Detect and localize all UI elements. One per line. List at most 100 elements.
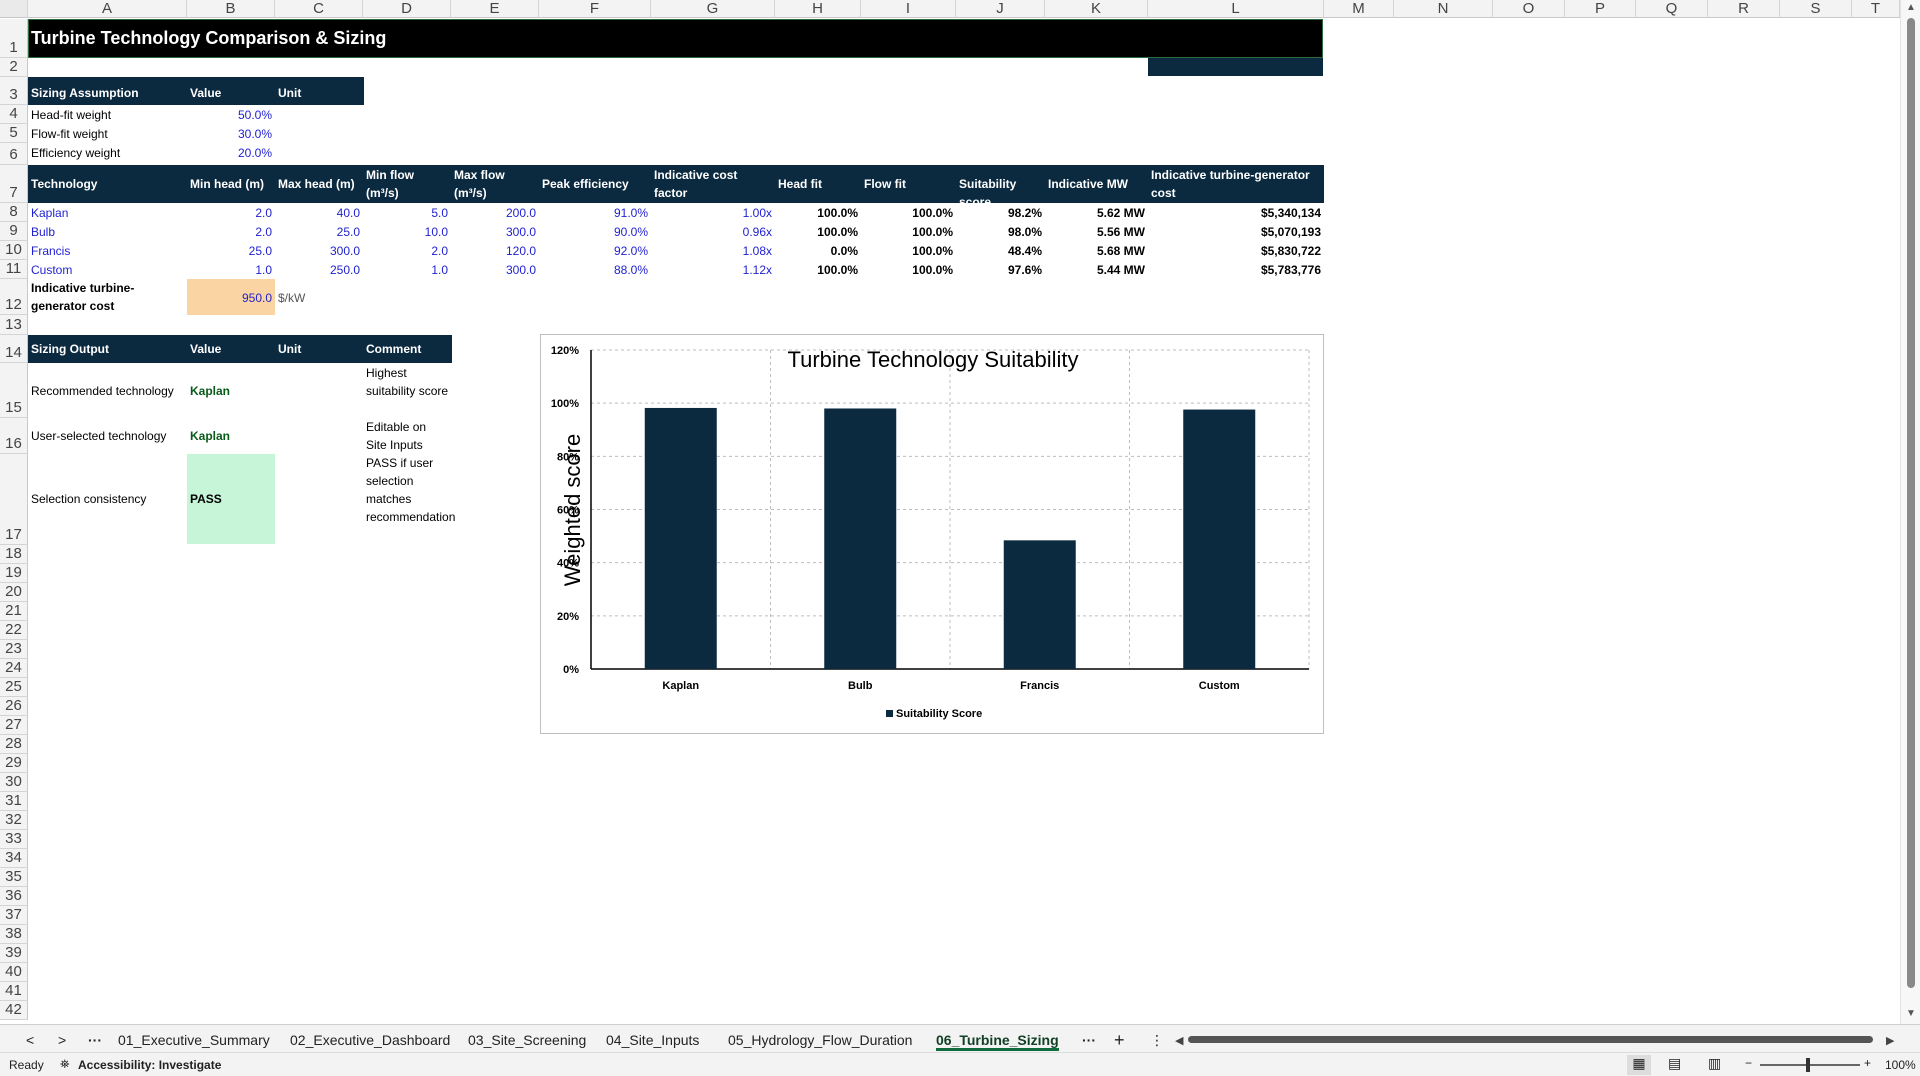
- row-header-42[interactable]: 42: [0, 1001, 28, 1020]
- tech-name-cell[interactable]: Francis: [28, 242, 187, 260]
- tech-value-cell[interactable]: 100.0%: [861, 242, 956, 260]
- column-header-m[interactable]: M: [1324, 0, 1394, 18]
- tech-value-cell[interactable]: 5.56 MW: [1045, 223, 1148, 241]
- column-header-d[interactable]: D: [363, 0, 451, 18]
- tech-value-cell[interactable]: 48.4%: [956, 242, 1045, 260]
- page-break-view-icon[interactable]: ▥: [1708, 1055, 1721, 1072]
- row-header-15[interactable]: 15: [0, 363, 28, 418]
- row-header-39[interactable]: 39: [0, 944, 28, 963]
- column-header-q[interactable]: Q: [1636, 0, 1708, 18]
- page-layout-view-icon[interactable]: ▤: [1668, 1055, 1681, 1072]
- tech-value-cell[interactable]: 5.62 MW: [1045, 204, 1148, 222]
- row-header-34[interactable]: 34: [0, 849, 28, 868]
- cell-l2-fill[interactable]: [1148, 58, 1323, 76]
- tab-more-right-icon[interactable]: ···: [1082, 1029, 1096, 1051]
- column-header-n[interactable]: N: [1394, 0, 1493, 18]
- tech-value-cell[interactable]: 0.0%: [775, 242, 861, 260]
- tech-value-cell[interactable]: 97.6%: [956, 261, 1045, 279]
- row-header-28[interactable]: 28: [0, 735, 28, 754]
- tech-value-cell[interactable]: 300.0: [451, 223, 539, 241]
- row-header-33[interactable]: 33: [0, 830, 28, 849]
- row-header-21[interactable]: 21: [0, 602, 28, 621]
- zoom-slider-thumb[interactable]: [1806, 1058, 1810, 1072]
- row-header-11[interactable]: 11: [0, 260, 28, 279]
- column-header-r[interactable]: R: [1708, 0, 1780, 18]
- output-value-recommended[interactable]: Kaplan: [187, 382, 233, 400]
- output-value-consistency[interactable]: PASS: [187, 490, 225, 508]
- tech-value-cell[interactable]: 100.0%: [775, 204, 861, 222]
- row-header-4[interactable]: 4: [0, 105, 28, 124]
- tech-value-cell[interactable]: 98.0%: [956, 223, 1045, 241]
- row-header-37[interactable]: 37: [0, 906, 28, 925]
- tech-value-cell[interactable]: 100.0%: [775, 261, 861, 279]
- tech-value-cell[interactable]: 25.0: [187, 242, 275, 260]
- tech-value-cell[interactable]: 1.0: [187, 261, 275, 279]
- column-header-h[interactable]: H: [775, 0, 861, 18]
- tech-value-cell[interactable]: 88.0%: [539, 261, 651, 279]
- zoom-in-icon[interactable]: +: [1864, 1056, 1871, 1070]
- tab-scroll-left-icon[interactable]: <: [26, 1029, 34, 1051]
- row-header-23[interactable]: 23: [0, 640, 28, 659]
- cost-input-value[interactable]: 950.0: [187, 289, 275, 307]
- tech-value-cell[interactable]: $5,070,193: [1148, 223, 1324, 241]
- zoom-out-icon[interactable]: −: [1745, 1056, 1752, 1070]
- tech-value-cell[interactable]: 5.0: [363, 204, 451, 222]
- row-header-36[interactable]: 36: [0, 887, 28, 906]
- tab-options-icon[interactable]: ⋮: [1150, 1029, 1164, 1051]
- row-header-40[interactable]: 40: [0, 963, 28, 982]
- assumption-value[interactable]: 30.0%: [187, 125, 275, 143]
- tech-name-cell[interactable]: Kaplan: [28, 204, 187, 222]
- tech-name-cell[interactable]: Bulb: [28, 223, 187, 241]
- assumption-value[interactable]: 20.0%: [187, 144, 275, 162]
- row-header-35[interactable]: 35: [0, 868, 28, 887]
- row-header-9[interactable]: 9: [0, 222, 28, 241]
- row-header-1[interactable]: 1: [0, 19, 28, 58]
- spreadsheet-grid[interactable]: ABCDEFGHIJKLMNOPQRST 1 2 3 4 5 6 7 8 9 10 11 12 13 14…: [0, 0, 1920, 1024]
- row-header-7[interactable]: 7: [0, 165, 28, 203]
- hscroll-left-icon[interactable]: ◀: [1175, 1034, 1183, 1047]
- tech-value-cell[interactable]: 100.0%: [861, 204, 956, 222]
- tech-value-cell[interactable]: 300.0: [275, 242, 363, 260]
- tech-name-cell[interactable]: Custom: [28, 261, 187, 279]
- row-header-5[interactable]: 5: [0, 124, 28, 143]
- row-header-3[interactable]: 3: [0, 77, 28, 105]
- row-header-27[interactable]: 27: [0, 716, 28, 735]
- tech-value-cell[interactable]: 91.0%: [539, 204, 651, 222]
- tech-value-cell[interactable]: 1.0: [363, 261, 451, 279]
- sheet-title-banner[interactable]: Turbine Technology Comparison & Sizing: [28, 19, 1323, 58]
- sheet-tab[interactable]: 01_Executive_Summary: [118, 1029, 270, 1051]
- sheet-tab[interactable]: 04_Site_Inputs: [606, 1029, 699, 1051]
- zoom-level[interactable]: 100%: [1885, 1058, 1916, 1072]
- normal-view-icon[interactable]: ▦: [1627, 1055, 1651, 1075]
- column-header-t[interactable]: T: [1852, 0, 1900, 18]
- row-header-19[interactable]: 19: [0, 564, 28, 583]
- horizontal-scroll-thumb[interactable]: [1188, 1036, 1873, 1043]
- tech-value-cell[interactable]: 5.44 MW: [1045, 261, 1148, 279]
- tech-value-cell[interactable]: 100.0%: [861, 261, 956, 279]
- row-header-6[interactable]: 6: [0, 143, 28, 165]
- vertical-scrollbar[interactable]: ▲ ▼: [1900, 0, 1920, 1024]
- tech-value-cell[interactable]: $5,783,776: [1148, 261, 1324, 279]
- column-header-p[interactable]: P: [1565, 0, 1636, 18]
- accessibility-status[interactable]: Accessibility: Investigate: [78, 1058, 221, 1072]
- row-header-12[interactable]: 12: [0, 279, 28, 315]
- vertical-scroll-thumb[interactable]: [1907, 18, 1915, 988]
- column-header-k[interactable]: K: [1045, 0, 1148, 18]
- tech-value-cell[interactable]: 250.0: [275, 261, 363, 279]
- row-header-29[interactable]: 29: [0, 754, 28, 773]
- row-header-30[interactable]: 30: [0, 773, 28, 792]
- sheet-tab[interactable]: 05_Hydrology_Flow_Duration: [728, 1029, 912, 1051]
- tech-value-cell[interactable]: 98.2%: [956, 204, 1045, 222]
- row-header-13[interactable]: 13: [0, 315, 28, 335]
- sheet-tab[interactable]: 03_Site_Screening: [468, 1029, 586, 1051]
- tab-scroll-right-icon[interactable]: >: [58, 1029, 66, 1051]
- tech-value-cell[interactable]: 25.0: [275, 223, 363, 241]
- column-header-e[interactable]: E: [451, 0, 539, 18]
- add-sheet-icon[interactable]: +: [1114, 1029, 1125, 1051]
- tech-value-cell[interactable]: $5,340,134: [1148, 204, 1324, 222]
- row-header-32[interactable]: 32: [0, 811, 28, 830]
- tech-value-cell[interactable]: 200.0: [451, 204, 539, 222]
- tech-value-cell[interactable]: 1.08x: [651, 242, 775, 260]
- row-header-17[interactable]: 17: [0, 454, 28, 545]
- tech-value-cell[interactable]: 300.0: [451, 261, 539, 279]
